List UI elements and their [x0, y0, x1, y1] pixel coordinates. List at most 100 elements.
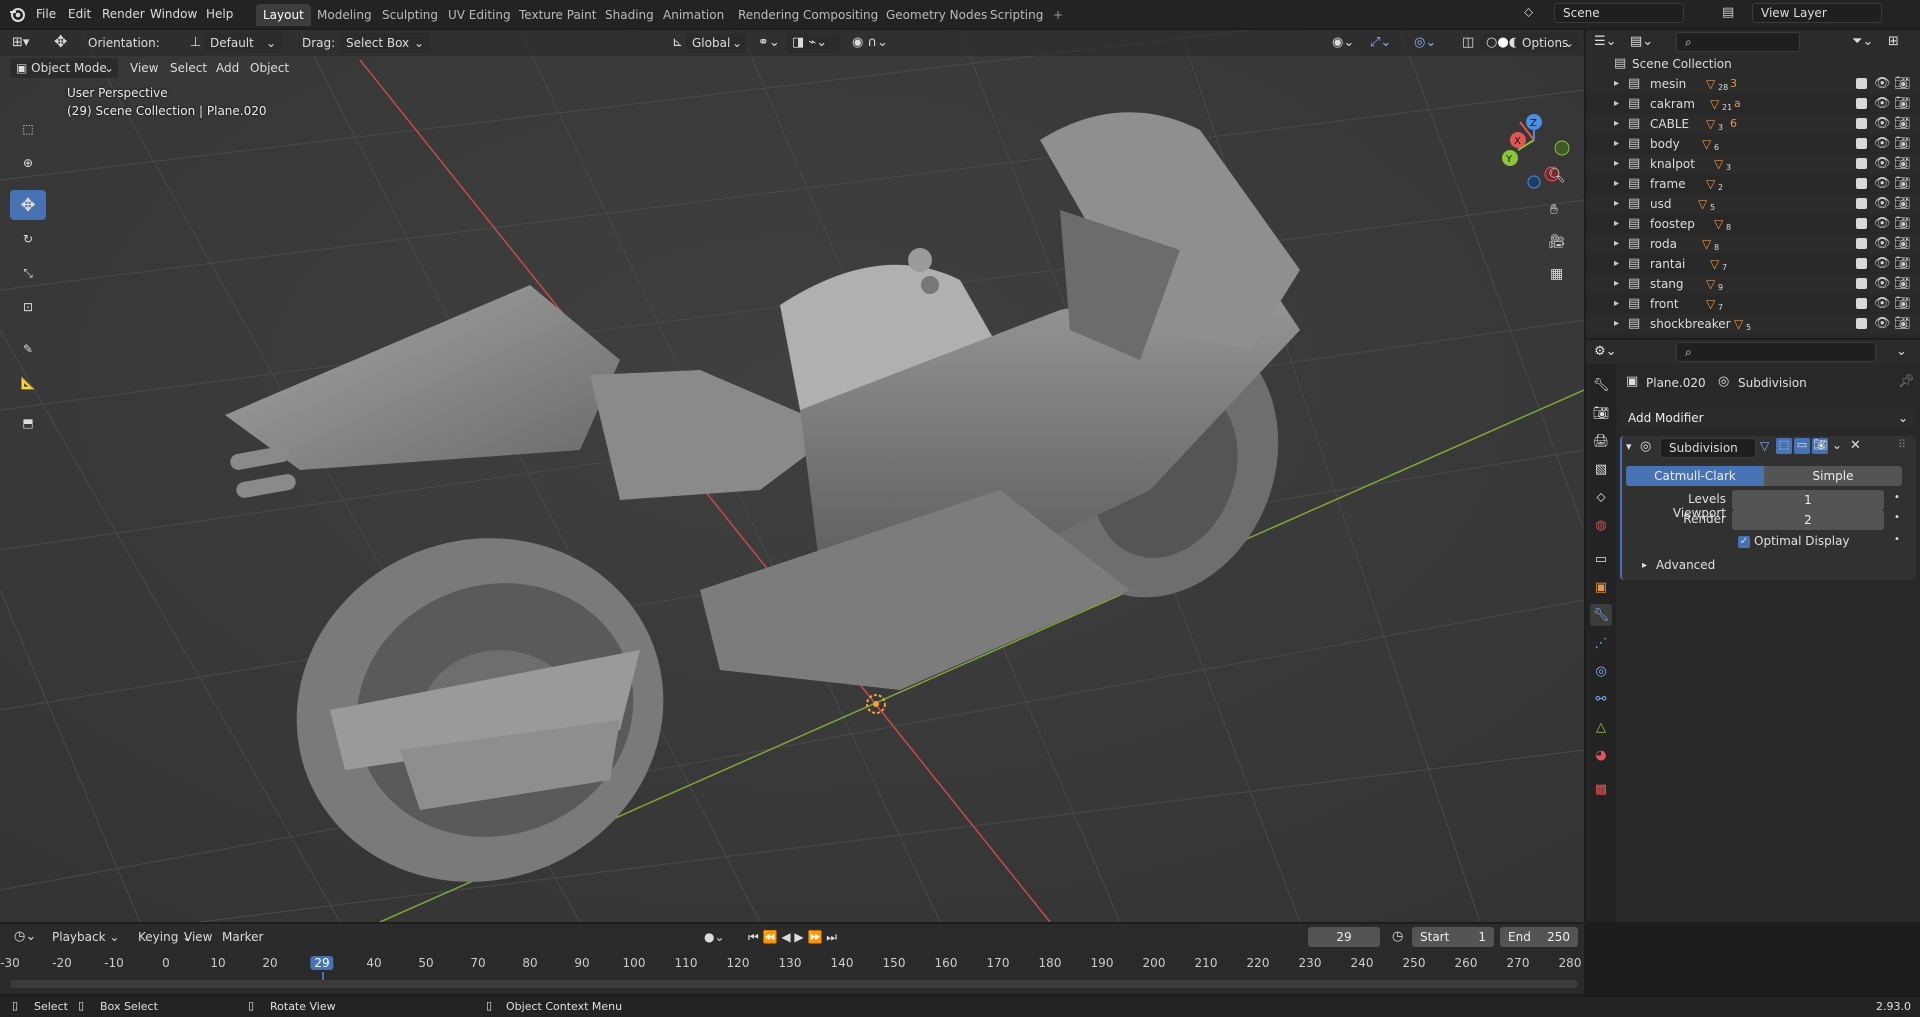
overlay-toggle-icon[interactable]: ◎⌄: [1408, 33, 1442, 53]
menu-view[interactable]: View: [124, 58, 164, 78]
exclude-checkbox[interactable]: [1856, 218, 1867, 229]
proportional-edit-icon[interactable]: ◉ ∩⌄: [846, 33, 894, 53]
tab-layout[interactable]: Layout: [256, 4, 311, 26]
output-tab-icon[interactable]: 🖨︎: [1590, 430, 1612, 452]
move-tool-icon[interactable]: ✥: [10, 190, 46, 220]
eye-icon[interactable]: 👁︎: [1874, 134, 1891, 154]
drag-handle-icon[interactable]: ⠿: [1898, 438, 1906, 451]
edit-mode-toggle-icon[interactable]: ▽: [1760, 439, 1769, 453]
editor-type-icon[interactable]: ◷⌄: [8, 927, 42, 947]
exclude-checkbox[interactable]: [1856, 78, 1867, 89]
camera-render-icon[interactable]: 📷︎: [1894, 294, 1911, 314]
add-workspace-icon[interactable]: +: [1046, 4, 1070, 26]
expand-icon[interactable]: ▸: [1614, 74, 1619, 94]
timeline-view-menu[interactable]: View: [178, 927, 218, 947]
blender-logo-icon[interactable]: [8, 5, 26, 23]
physics-tab-icon[interactable]: ◎: [1590, 660, 1612, 682]
gizmo-toggle-icon[interactable]: ⤢⌄: [1364, 33, 1397, 53]
rotate-tool-icon[interactable]: ↻: [10, 224, 46, 254]
camera-view-icon[interactable]: 🎥︎: [1548, 234, 1566, 250]
timeline-scrollbar[interactable]: [10, 980, 1578, 988]
close-icon[interactable]: ✕: [1850, 438, 1861, 453]
transform-tool-icon[interactable]: ⊡: [10, 292, 46, 322]
filter-icon[interactable]: ⏷⌄: [1852, 34, 1873, 49]
display-mode-icon[interactable]: ▤⌄: [1630, 34, 1653, 49]
menu-edit[interactable]: Edit: [62, 4, 97, 24]
exclude-checkbox[interactable]: [1856, 138, 1867, 149]
camera-render-icon[interactable]: 📷︎: [1894, 274, 1911, 294]
orientation-dropdown[interactable]: Default ⌄: [204, 33, 282, 53]
camera-render-icon[interactable]: 📷︎: [1894, 114, 1911, 134]
eye-icon[interactable]: 👁︎: [1874, 274, 1891, 294]
editor-type-icon[interactable]: ⚙⌄: [1594, 344, 1617, 359]
viewport-3d[interactable]: ⊞▾ ✥ Orientation: ⊥ Default ⌄ Drag: Selec…: [0, 30, 1584, 922]
collapse-toggle-icon[interactable]: ▾: [1626, 440, 1632, 453]
expand-icon[interactable]: ▸: [1614, 134, 1619, 154]
expand-icon[interactable]: ▸: [1614, 274, 1619, 294]
camera-render-icon[interactable]: 📷︎: [1894, 234, 1911, 254]
material-tab-icon[interactable]: ◕: [1590, 744, 1612, 766]
properties-search-input[interactable]: ⌕: [1676, 342, 1876, 362]
exclude-checkbox[interactable]: [1856, 238, 1867, 249]
texture-tab-icon[interactable]: ▩: [1590, 778, 1612, 800]
menu-select[interactable]: Select: [164, 58, 213, 78]
exclude-checkbox[interactable]: [1856, 198, 1867, 209]
snap-icon[interactable]: ◨ ⌁⌄: [786, 33, 840, 53]
camera-render-icon[interactable]: 📷︎: [1894, 214, 1911, 234]
optimal-display-checkbox[interactable]: ✓: [1738, 536, 1750, 548]
outliner-row-knalpot[interactable]: ▸ ▤ knalpot ▽ 3 👁︎ 📷︎: [1586, 154, 1920, 174]
viewport-toggle-icon[interactable]: ▭: [1794, 438, 1810, 454]
scene-tab-icon[interactable]: ⬦: [1590, 486, 1612, 508]
move-tool-icon[interactable]: ✥: [48, 32, 73, 52]
menu-file[interactable]: File: [30, 4, 62, 24]
exclude-checkbox[interactable]: [1856, 98, 1867, 109]
expand-icon[interactable]: ▸: [1642, 560, 1647, 571]
levels-viewport-field[interactable]: 1: [1732, 490, 1884, 510]
outliner-row-shockbreaker[interactable]: ▸ ▤ shockbreaker ▽ 5 👁︎ 📷︎: [1586, 314, 1920, 334]
menu-render[interactable]: Render: [96, 4, 151, 24]
exclude-checkbox[interactable]: [1856, 318, 1867, 329]
world-tab-icon[interactable]: ◍: [1590, 514, 1612, 536]
playback-controls[interactable]: ⏮ ⏪ ◀ ▶ ⏩ ⏭: [742, 927, 844, 947]
scale-tool-icon[interactable]: ⤡: [10, 258, 46, 288]
expand-icon[interactable]: ▸: [1614, 194, 1619, 214]
view-layer-field[interactable]: View Layer: [1752, 3, 1882, 23]
catmull-clark-button[interactable]: Catmull-Clark: [1626, 466, 1764, 486]
expand-icon[interactable]: ▸: [1614, 234, 1619, 254]
outliner-row-cable[interactable]: ▸ ▤ CABLE ▽ 3 6 👁︎ 📷︎: [1586, 114, 1920, 134]
tab-modeling[interactable]: Modeling: [310, 4, 379, 26]
measure-tool-icon[interactable]: 📐: [10, 368, 46, 398]
camera-render-icon[interactable]: 📷︎: [1894, 74, 1911, 94]
record-icon[interactable]: ●⌄: [698, 927, 731, 947]
tab-rendering[interactable]: Rendering: [731, 4, 806, 26]
eye-icon[interactable]: 👁︎: [1874, 114, 1891, 134]
expand-icon[interactable]: ▸: [1614, 254, 1619, 274]
expand-icon[interactable]: ▸: [1614, 154, 1619, 174]
eye-icon[interactable]: 👁︎: [1874, 234, 1891, 254]
render-tab-icon[interactable]: 📷︎: [1590, 402, 1612, 424]
object-tab-icon[interactable]: ▣: [1590, 576, 1612, 598]
outliner-row-front[interactable]: ▸ ▤ front ▽ 7 👁︎ 📷︎: [1586, 294, 1920, 314]
expand-icon[interactable]: ▸: [1614, 94, 1619, 114]
editor-type-icon[interactable]: ☰⌄: [1594, 34, 1617, 49]
exclude-checkbox[interactable]: [1856, 118, 1867, 129]
outliner-row-cakram[interactable]: ▸ ▤ cakram ▽ 21 a 👁︎ 📷︎: [1586, 94, 1920, 114]
mode-dropdown[interactable]: ▣ Object Mode ⌄: [10, 58, 118, 78]
exclude-checkbox[interactable]: [1856, 158, 1867, 169]
drag-dropdown[interactable]: Select Box ⌄: [340, 33, 430, 53]
tab-sculpting[interactable]: Sculpting: [375, 4, 445, 26]
outliner-row-usd[interactable]: ▸ ▤ usd ▽ 5 👁︎ 📷︎: [1586, 194, 1920, 214]
tab-scripting[interactable]: Scripting: [983, 4, 1050, 26]
current-frame-field[interactable]: 29: [1308, 927, 1380, 947]
tab-geometry-nodes[interactable]: Geometry Nodes: [879, 4, 994, 26]
cage-toggle-icon[interactable]: ⬚: [1776, 438, 1792, 454]
expand-icon[interactable]: ▸: [1614, 214, 1619, 234]
exclude-checkbox[interactable]: [1856, 298, 1867, 309]
transform-orientation-dropdown[interactable]: Global ⌄: [686, 33, 746, 53]
outliner-row-stang[interactable]: ▸ ▤ stang ▽ 9 👁︎ 📷︎: [1586, 274, 1920, 294]
tab-uv-editing[interactable]: UV Editing: [441, 4, 518, 26]
tab-animation[interactable]: Animation: [656, 4, 731, 26]
menu-object[interactable]: Object: [244, 58, 295, 78]
editor-type-icon[interactable]: ⊞▾: [6, 33, 35, 53]
modifier-tab-icon[interactable]: 🔧︎: [1590, 604, 1612, 626]
